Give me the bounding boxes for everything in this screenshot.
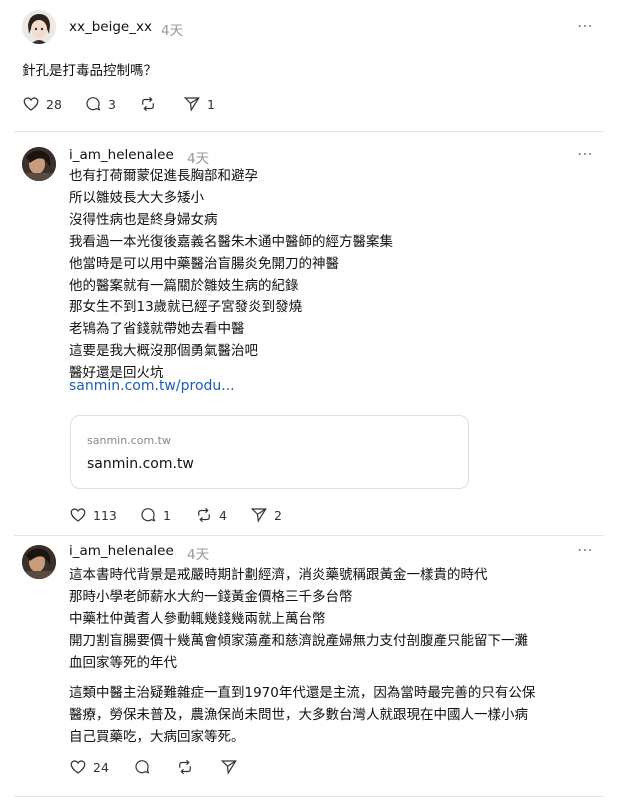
comment-button[interactable]: 1: [139, 506, 171, 524]
text-line: 也有打荷爾蒙促進長胸部和避孕: [69, 168, 258, 184]
divider: [14, 535, 604, 536]
more-icon[interactable]: ⋯: [577, 540, 594, 559]
share-icon: [250, 508, 267, 523]
comment-button[interactable]: 3: [84, 95, 116, 113]
text-line: 這要是我大概沒那個勇氣醫治吧: [69, 343, 258, 360]
repost-icon: [198, 507, 210, 523]
text-line: 血回家等死的年代: [69, 654, 177, 671]
comment-icon: [141, 508, 156, 522]
avatar[interactable]: [22, 10, 56, 44]
text-line: 中藥杜仲黃耆人參動輒幾錢幾兩就上萬台幣: [69, 610, 326, 627]
text-line: 那女生不到13歲就已經子宮發炎到發燒: [69, 299, 303, 316]
text-line: 這本書時代背景是戒嚴時期計劃經濟，消炎藥號稱跟黃金一樣貴的時代: [69, 567, 488, 583]
avatar-illustration: [22, 10, 56, 44]
share-icon: [183, 97, 200, 112]
share-button[interactable]: 1: [183, 95, 215, 113]
repost-count: 4: [219, 507, 227, 523]
comment-count: 3: [108, 96, 116, 112]
text-line: 醫療，勞保未普及，農漁保尚未問世，大多數台灣人就跟現在中國人一樣小病: [69, 706, 528, 723]
comment-count: 1: [163, 507, 171, 523]
avatar[interactable]: [22, 545, 56, 579]
reply-text: 也有打荷爾蒙促進長胸部和避孕 所以雛妓長大大多矮小 沒得性病也是終身婦女病 我看…: [69, 166, 393, 385]
heart-icon: [23, 97, 39, 111]
text-line: 那時小學老師薪水大約一錢黃金價格三千多台幣: [69, 588, 353, 605]
reply-username[interactable]: i_am_helenalee: [69, 543, 174, 559]
link[interactable]: sanmin.com.tw/produ...: [69, 378, 235, 394]
text-line: 老鴇為了省錢就帶她去看中醫: [69, 321, 245, 338]
text-line: 自己買藥吃，大病回家等死。: [69, 728, 245, 745]
repost-icon: [142, 96, 154, 112]
post-time: 4天: [161, 23, 184, 39]
text-line: 開刀割盲腸要價十幾萬會傾家蕩產和慈濟說產婦無力支付剖腹產只能留下一灘: [69, 632, 528, 649]
avatar[interactable]: [22, 147, 56, 181]
reply-text: 這類中醫主治疑難雜症一直到1970年代還是主流，因為當時最完善的只有公保 醫療，…: [69, 683, 535, 749]
reply-time: 4天: [187, 547, 210, 563]
comment-icon: [86, 97, 101, 111]
comment-icon: [135, 760, 150, 774]
like-count: 113: [93, 507, 117, 523]
text-line: 我看過一本光復後嘉義名醫朱木通中醫師的經方醫案集: [69, 233, 393, 250]
reply-username[interactable]: i_am_helenalee: [69, 147, 174, 163]
text-line: 所以雛妓長大大多矮小: [69, 189, 204, 206]
reply-text: 這本書時代背景是戒嚴時期計劃經濟，消炎藥號稱跟黃金一樣貴的時代 那時小學老師薪水…: [69, 565, 528, 675]
share-icon: [220, 760, 237, 775]
avatar-photo: [22, 545, 56, 579]
like-button[interactable]: 24: [69, 758, 109, 776]
post-username[interactable]: xx_beige_xx: [69, 19, 152, 35]
repost-button[interactable]: [139, 95, 157, 113]
share-count: 1: [207, 96, 215, 112]
repost-button[interactable]: 4: [195, 506, 227, 524]
repost-button[interactable]: [176, 758, 194, 776]
post-text: 針孔是打毒品控制嗎？: [22, 63, 157, 79]
more-icon[interactable]: ⋯: [577, 16, 594, 35]
more-icon[interactable]: ⋯: [577, 144, 594, 163]
like-button[interactable]: 113: [69, 506, 117, 524]
heart-icon: [70, 760, 86, 774]
card-domain-label: sanmin.com.tw: [87, 434, 171, 447]
text-line: 他當時是可以用中藥醫治盲腸炎免開刀的神醫: [69, 255, 339, 272]
share-button[interactable]: [220, 758, 238, 776]
like-count: 28: [46, 96, 62, 112]
divider: [14, 131, 604, 132]
avatar-photo: [22, 147, 56, 181]
comment-button[interactable]: [133, 758, 151, 776]
text-line: 這類中醫主治疑難雜症一直到1970年代還是主流，因為當時最完善的只有公保: [69, 685, 536, 701]
text-line: 沒得性病也是終身婦女病: [69, 211, 218, 228]
like-button[interactable]: 28: [22, 95, 62, 113]
repost-icon: [179, 759, 191, 775]
divider: [14, 796, 604, 797]
like-count: 24: [93, 759, 109, 775]
heart-icon: [70, 508, 86, 522]
share-button[interactable]: 2: [250, 506, 282, 524]
link-preview-card[interactable]: sanmin.com.tw sanmin.com.tw: [70, 415, 469, 489]
share-count: 2: [274, 507, 282, 523]
card-domain: sanmin.com.tw: [87, 456, 194, 472]
text-line: 他的醫案就有一篇關於雛妓生病的紀錄: [69, 277, 299, 294]
reply-time: 4天: [187, 151, 210, 167]
